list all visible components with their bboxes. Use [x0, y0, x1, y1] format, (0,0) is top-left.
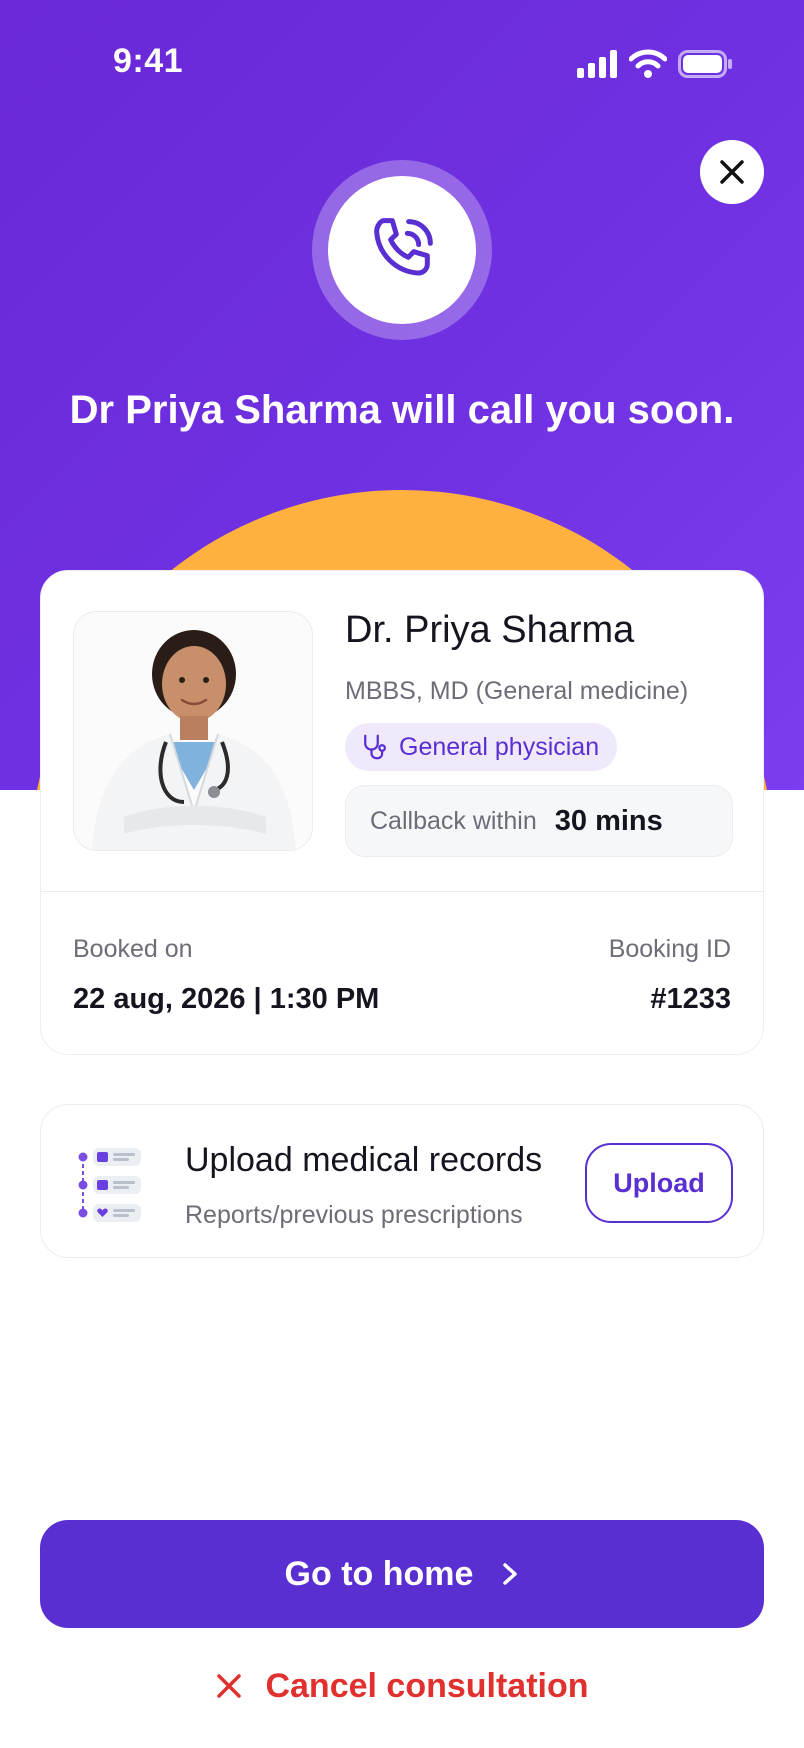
go-to-home-button[interactable]: Go to home	[40, 1520, 764, 1628]
callback-info: Callback within 30 mins	[345, 785, 733, 857]
status-bar: 9:41	[0, 0, 804, 130]
specialty-badge: General physician	[345, 723, 618, 771]
upload-button[interactable]: Upload	[585, 1143, 733, 1223]
booking-id-label: Booking ID	[608, 935, 731, 963]
booked-on-label: Booked on	[73, 935, 193, 963]
upload-subtitle: Reports/previous prescriptions	[185, 1201, 523, 1229]
doctor-name: Dr. Priya Sharma	[345, 609, 635, 651]
doctor-degree: MBBS, MD (General medicine)	[345, 677, 689, 705]
go-to-home-label: Go to home	[284, 1554, 474, 1593]
close-button[interactable]	[700, 140, 764, 204]
specialty-label: General physician	[399, 732, 600, 761]
callback-value: 30 mins	[554, 804, 663, 837]
card-divider	[41, 891, 763, 892]
call-indicator-inner	[328, 176, 476, 324]
medical-records-icon	[78, 1148, 141, 1222]
doctor-avatar	[73, 611, 313, 851]
stethoscope-icon	[364, 734, 386, 760]
chevron-right-icon	[503, 1563, 518, 1585]
wifi-icon	[629, 49, 667, 78]
callback-label: Callback within	[370, 806, 537, 835]
page-title: Dr Priya Sharma will call you soon.	[69, 388, 735, 432]
x-icon	[217, 1674, 242, 1698]
booking-id-value: #1233	[650, 983, 731, 1015]
call-indicator	[312, 160, 492, 340]
cancel-consultation-button[interactable]: Cancel consultation	[0, 1660, 804, 1712]
battery-icon	[678, 50, 732, 78]
doctor-booking-card: Dr. Priya Sharma MBBS, MD (General medic…	[40, 570, 764, 1055]
upload-records-card: Upload medical records Reports/previous …	[40, 1104, 764, 1258]
upload-title: Upload medical records	[185, 1141, 543, 1179]
close-icon	[720, 160, 744, 184]
phone-ringing-icon	[374, 218, 433, 276]
signal-icon	[577, 50, 617, 78]
cancel-consultation-label: Cancel consultation	[265, 1666, 589, 1705]
status-time: 9:41	[113, 42, 184, 80]
booked-on-value: 22 aug, 2026 | 1:30 PM	[73, 983, 380, 1015]
